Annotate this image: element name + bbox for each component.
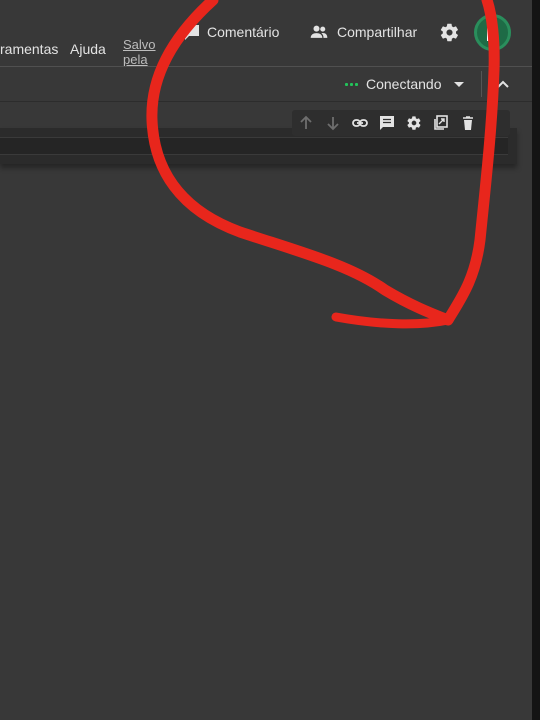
- comment-button[interactable]: Comentário: [184, 22, 279, 42]
- mirror-cell-icon[interactable]: [433, 115, 449, 131]
- comment-icon[interactable]: [379, 115, 395, 131]
- arrow-down-icon[interactable]: [325, 115, 341, 131]
- chevron-down-icon: [453, 81, 464, 87]
- runtime-connect-button[interactable]: Conectando: [345, 76, 464, 92]
- comment-icon: [185, 25, 199, 40]
- screen-edge-bezel: [532, 0, 540, 720]
- gear-icon[interactable]: [406, 115, 422, 131]
- settings-gear-icon[interactable]: [439, 22, 460, 43]
- save-status-link[interactable]: Salvo pela: [123, 37, 163, 67]
- share-label: Compartilhar: [337, 24, 418, 40]
- toolbar-separator: [481, 71, 482, 97]
- delete-icon[interactable]: [460, 115, 476, 131]
- notebook-screen: ramentas Ajuda Salvo pela Comentário Com…: [0, 0, 532, 720]
- top-header: ramentas Ajuda Salvo pela Comentário Com…: [0, 0, 532, 67]
- share-button[interactable]: Compartilhar: [309, 22, 417, 42]
- menu-tools[interactable]: ramentas: [0, 41, 58, 57]
- toolbar-divider: [0, 101, 532, 102]
- runtime-status-label: Conectando: [366, 76, 442, 92]
- comment-label: Comentário: [207, 24, 280, 40]
- avatar[interactable]: [474, 14, 511, 51]
- connecting-dots-icon: [345, 82, 358, 86]
- menu-help[interactable]: Ajuda: [70, 41, 106, 57]
- avatar-initial-mark: [487, 25, 491, 41]
- collapse-chevron-up-icon[interactable]: [495, 76, 511, 92]
- people-icon: [310, 25, 328, 38]
- save-status-line1: Salvo: [123, 37, 156, 52]
- save-status-line2: pela: [123, 52, 148, 67]
- code-cell-editor[interactable]: [0, 137, 508, 155]
- arrow-up-icon[interactable]: [298, 115, 314, 131]
- link-icon[interactable]: [352, 115, 368, 131]
